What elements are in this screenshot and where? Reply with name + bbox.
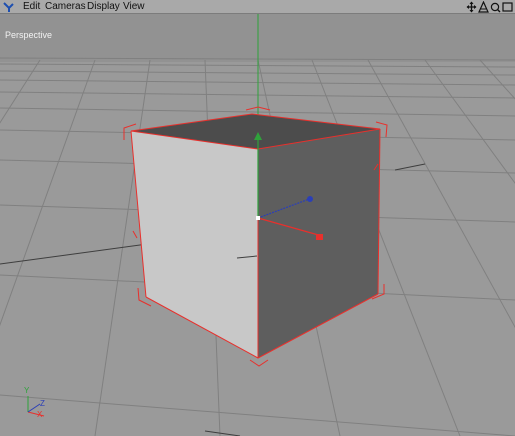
view-tools — [466, 0, 513, 13]
axis-widget-y-label: Y — [24, 386, 30, 395]
viewport-label: Perspective — [5, 30, 53, 40]
menu-cameras[interactable]: Cameras — [45, 0, 86, 13]
viewport-canvas[interactable] — [0, 14, 515, 436]
rotate-view-icon[interactable] — [478, 0, 489, 13]
menu-edit[interactable]: Edit — [23, 0, 40, 13]
perspective-viewport[interactable]: Perspective Y Z X — [0, 14, 515, 436]
app-window: Edit Cameras Display View Perspective Y … — [0, 0, 515, 436]
move-view-icon[interactable] — [466, 1, 477, 13]
zoom-view-icon[interactable] — [490, 1, 501, 13]
menu-view[interactable]: View — [123, 0, 145, 13]
axis-widget-x-label: X — [37, 410, 43, 419]
axis-widget-z-label: Z — [40, 399, 45, 408]
menu-bar: Edit Cameras Display View — [0, 0, 515, 14]
app-logo-icon[interactable] — [3, 1, 15, 13]
toggle-layout-icon[interactable] — [502, 1, 513, 13]
menu-display[interactable]: Display — [87, 0, 120, 13]
